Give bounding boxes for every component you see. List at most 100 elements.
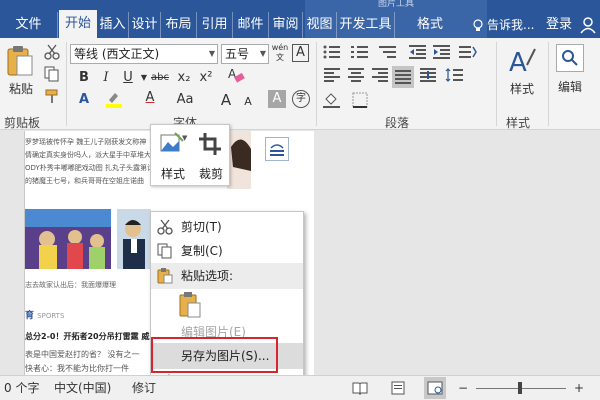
menu-item-label: 剪切(T) bbox=[181, 220, 222, 234]
menu-item-copy[interactable]: 复制(C) bbox=[151, 238, 303, 264]
doc-text-line: ODY朴秀丰嘟嘟肥戏动图 扎丸子头露第计 bbox=[25, 164, 155, 172]
align-center-button[interactable] bbox=[346, 68, 366, 88]
word-count[interactable]: 0 个字 bbox=[4, 376, 39, 400]
tab-home[interactable]: 开始 bbox=[59, 10, 97, 38]
scissors-icon bbox=[157, 219, 173, 235]
book-icon bbox=[352, 382, 368, 396]
tab-review[interactable]: 审阅 bbox=[269, 12, 303, 38]
multilevel-list-button[interactable] bbox=[378, 44, 398, 64]
menu-item-cut[interactable]: 剪切(T) bbox=[151, 214, 303, 240]
numbered-list-icon bbox=[351, 46, 368, 58]
shading-button[interactable] bbox=[322, 92, 342, 112]
chevron-down-icon: ▼ bbox=[208, 49, 215, 58]
justify-button[interactable] bbox=[392, 66, 414, 88]
strikethrough-button[interactable]: abc bbox=[148, 68, 172, 88]
superscript-button[interactable]: x² bbox=[196, 68, 216, 88]
zoom-out-button[interactable]: − bbox=[458, 376, 468, 400]
font-size-combo[interactable]: 五号 ▼ bbox=[221, 44, 269, 64]
tab-references[interactable]: 引用 bbox=[197, 12, 233, 38]
borders-button[interactable] bbox=[350, 92, 370, 112]
divider bbox=[66, 42, 67, 126]
print-layout-button[interactable] bbox=[390, 381, 406, 398]
styles-button[interactable]: A bbox=[504, 44, 540, 78]
clear-formatting-button[interactable]: A bbox=[226, 66, 246, 86]
sign-in-button[interactable]: 登录 bbox=[546, 12, 572, 38]
phonetic-guide-button[interactable]: wén 文 bbox=[270, 43, 290, 63]
picture-mini-toolbar: ▼ 样式 裁剪 bbox=[150, 124, 230, 186]
distributed-icon bbox=[420, 68, 436, 82]
align-left-button[interactable] bbox=[322, 68, 342, 88]
tab-developer[interactable]: 开发工具 bbox=[337, 12, 395, 38]
eraser-icon: A bbox=[228, 67, 245, 83]
paste-button[interactable] bbox=[4, 44, 36, 78]
crop-icon bbox=[199, 133, 221, 155]
paint-bucket-icon bbox=[323, 93, 340, 108]
font-color-button[interactable]: A bbox=[140, 88, 160, 108]
line-spacing-button[interactable] bbox=[444, 68, 464, 88]
tab-layout[interactable]: 布局 bbox=[161, 12, 197, 38]
news-photo bbox=[25, 209, 111, 269]
decrease-indent-button[interactable] bbox=[408, 44, 428, 64]
numbering-button[interactable] bbox=[350, 44, 370, 64]
divider bbox=[548, 42, 549, 126]
picture-style-label: 样式 bbox=[160, 167, 185, 181]
page-icon bbox=[391, 381, 405, 395]
increase-indent-button[interactable] bbox=[432, 44, 452, 64]
bold-button[interactable]: B bbox=[74, 68, 94, 88]
font-name-combo[interactable]: 等线 (西文正文) ▼ bbox=[70, 44, 218, 64]
chinese-layout-button[interactable] bbox=[458, 44, 478, 64]
tab-insert[interactable]: 插入 bbox=[97, 12, 129, 38]
menu-item-label: 复制(C) bbox=[181, 244, 223, 258]
tab-mailings[interactable]: 邮件 bbox=[233, 12, 269, 38]
doc-text-line: 倩确定真实身份吗人，派大星手中草堆大特 bbox=[25, 151, 158, 159]
styles-label: 样式 bbox=[509, 82, 534, 96]
paintbrush-icon bbox=[45, 89, 58, 103]
justify-icon bbox=[395, 70, 411, 84]
share-button[interactable] bbox=[580, 12, 600, 38]
track-changes-indicator[interactable]: 修订 bbox=[132, 376, 156, 400]
bullets-button[interactable] bbox=[322, 44, 342, 64]
highlight-button[interactable] bbox=[104, 90, 124, 110]
clipboard-icon bbox=[7, 46, 33, 76]
char-shading-button[interactable]: A bbox=[268, 90, 286, 108]
sports-label-en: SPORTS bbox=[37, 312, 65, 320]
distributed-button[interactable] bbox=[418, 68, 438, 88]
text-effects-button[interactable]: A bbox=[74, 90, 94, 110]
status-bar: 0 个字 中文(中国) 修订 − + bbox=[0, 375, 600, 400]
ribbon-home: 粘贴 剪贴板 等线 (西文正文) ▼ 五号 ▼ wén 文 A B I U ▼ abc… bbox=[0, 38, 600, 130]
change-case-button[interactable]: Aa bbox=[172, 90, 198, 110]
enclose-characters-button[interactable]: 字 bbox=[292, 90, 310, 108]
copy-icon bbox=[157, 243, 172, 259]
format-painter-button[interactable] bbox=[42, 86, 62, 106]
tab-design[interactable]: 设计 bbox=[129, 12, 161, 38]
editing-label: 编辑 bbox=[557, 80, 582, 94]
grow-font-button[interactable]: A bbox=[216, 90, 236, 110]
tab-file[interactable]: 文件 bbox=[0, 12, 58, 38]
paste-keep-source-button[interactable] bbox=[179, 292, 203, 318]
web-layout-button[interactable] bbox=[424, 377, 446, 399]
copy-button[interactable] bbox=[42, 64, 62, 84]
italic-button[interactable]: I bbox=[96, 68, 116, 88]
zoom-in-button[interactable]: + bbox=[574, 376, 584, 400]
sports-section-title: 育 SPORTS bbox=[25, 308, 64, 321]
tab-view[interactable]: 视图 bbox=[303, 12, 337, 38]
tell-me-search[interactable]: 告诉我... bbox=[472, 12, 534, 38]
news-photo bbox=[227, 131, 251, 189]
cut-button[interactable] bbox=[42, 42, 62, 62]
layout-options-button[interactable] bbox=[265, 137, 289, 161]
crop-button[interactable] bbox=[197, 131, 225, 159]
language-indicator[interactable]: 中文(中国) bbox=[54, 376, 111, 400]
zoom-slider-thumb[interactable] bbox=[518, 382, 522, 394]
phonetic-label: wén bbox=[271, 43, 289, 52]
align-right-button[interactable] bbox=[370, 68, 390, 88]
read-mode-button[interactable] bbox=[352, 381, 368, 398]
find-button[interactable] bbox=[556, 44, 584, 72]
char-border-button[interactable]: A bbox=[292, 44, 309, 62]
subscript-button[interactable]: x₂ bbox=[174, 68, 194, 88]
tab-format[interactable]: 格式 bbox=[400, 12, 460, 38]
clipboard-group-label: 剪贴板 bbox=[4, 116, 41, 130]
chinese-layout-icon bbox=[459, 46, 477, 58]
picture-style-icon: ▼ bbox=[160, 132, 188, 152]
shrink-font-button[interactable]: A bbox=[238, 92, 258, 112]
picture-style-button[interactable]: ▼ bbox=[157, 131, 189, 159]
